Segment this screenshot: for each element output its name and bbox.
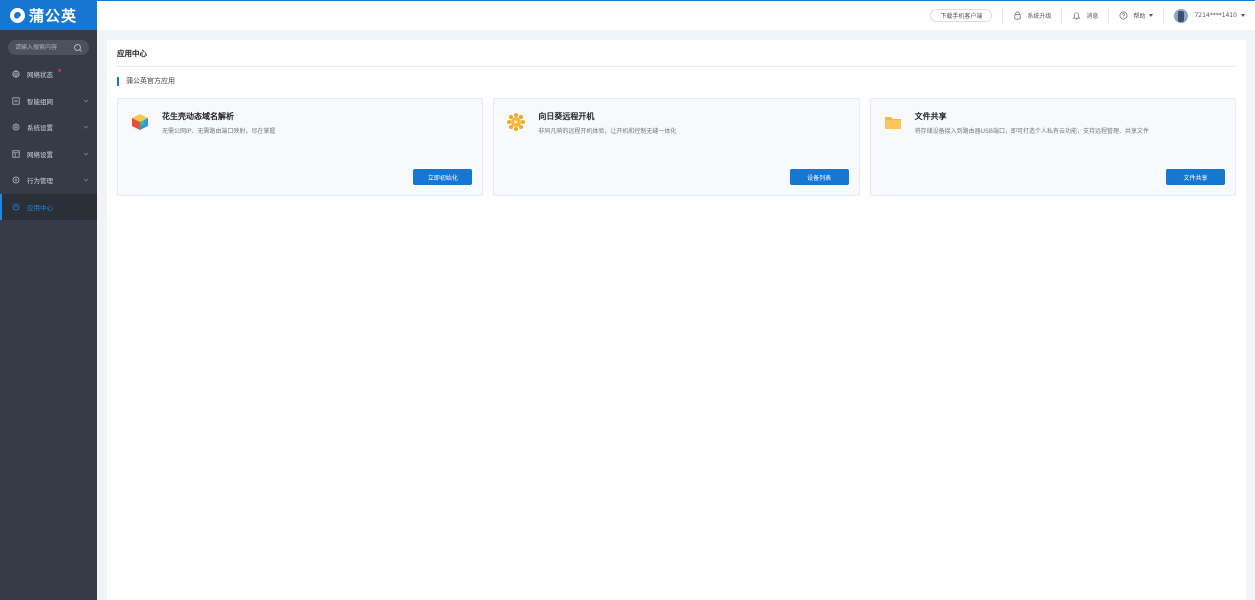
app-cards: 花生壳动态域名解析 无需公网IP、无需路由端口映射，尽在掌握 立即初始化 向日葵… xyxy=(117,98,1236,196)
sidebar: 蒲公英 网络状态 智能组网 系统设置 网络设置 xyxy=(0,0,97,600)
account-menu[interactable]: 7214****1410 xyxy=(1174,8,1245,23)
card-title: 花生壳动态域名解析 xyxy=(162,112,234,121)
sidebar-item-app-center[interactable]: 应用中心 xyxy=(0,193,97,220)
card-description: 将存储设备接入到路由器USB端口，即可打造个人私有云功能，支持远程管理、共享文件 xyxy=(914,128,1149,135)
brand-name: 蒲公英 xyxy=(29,6,78,25)
sunflower-icon xyxy=(506,112,526,132)
shield-icon xyxy=(12,176,20,184)
folder-icon xyxy=(883,112,903,132)
sidebar-item-behavior-management[interactable]: 行为管理 xyxy=(0,167,97,194)
section-title: 蒲公英官方应用 xyxy=(117,77,1236,86)
avatar xyxy=(1174,8,1189,23)
app-card-oray-ddns: 花生壳动态域名解析 无需公网IP、无需路由端口映射，尽在掌握 立即初始化 xyxy=(117,98,484,196)
apps-icon xyxy=(12,203,20,211)
question-circle-icon xyxy=(1119,11,1128,20)
card-title: 文件共享 xyxy=(914,112,947,121)
layout-icon xyxy=(12,150,20,158)
sidebar-item-network-settings[interactable]: 网络设置 xyxy=(0,141,97,168)
chevron-down-icon xyxy=(83,98,89,104)
chevron-down-icon xyxy=(83,177,89,183)
page-title: 应用中心 xyxy=(117,40,1236,67)
chevron-down-icon xyxy=(83,124,89,130)
card-description: 无需公网IP、无需路由端口映射，尽在掌握 xyxy=(162,128,276,135)
messages-button[interactable]: 消息 xyxy=(1072,11,1098,20)
messages-label: 消息 xyxy=(1086,13,1099,20)
help-label: 帮助 xyxy=(1133,13,1146,20)
logo[interactable]: 蒲公英 xyxy=(0,0,97,30)
account-id: 7214****1410 xyxy=(1194,12,1237,19)
sidebar-item-label: 网络设置 xyxy=(27,150,53,159)
sidebar-item-label: 系统设置 xyxy=(27,124,53,133)
sidebar-item-label: 智能组网 xyxy=(27,97,53,106)
caret-down-icon xyxy=(1241,14,1245,17)
main-panel: 应用中心 蒲公英官方应用 花生壳动态域名解析 无需公网IP、无需路由端口映射，尽… xyxy=(107,40,1246,600)
divider xyxy=(1108,8,1110,23)
search-icon[interactable] xyxy=(74,43,82,52)
app-card-file-sharing: 文件共享 将存储设备接入到路由器USB端口，即可打造个人私有云功能，支持远程管理… xyxy=(869,98,1236,196)
sidebar-item-label: 应用中心 xyxy=(27,203,53,212)
sidebar-item-system-settings[interactable]: 系统设置 xyxy=(0,114,97,141)
card-description: 非同凡响的远程开机体验，让开机和控制无缝一体化 xyxy=(538,128,677,135)
sidebar-search xyxy=(8,40,89,55)
dandelion-logo-icon xyxy=(10,7,25,23)
network-icon xyxy=(12,97,20,105)
initialize-now-button[interactable]: 立即初始化 xyxy=(413,169,473,185)
divider xyxy=(1163,8,1165,23)
card-title: 向日葵远程开机 xyxy=(538,112,595,121)
search-input[interactable] xyxy=(15,44,74,51)
alert-dot xyxy=(58,69,61,72)
bell-icon xyxy=(1072,11,1081,20)
sidebar-item-network-status[interactable]: 网络状态 xyxy=(0,61,97,88)
cube-icon xyxy=(130,112,150,132)
device-list-button[interactable]: 设备列表 xyxy=(789,169,849,185)
download-client-button[interactable]: 下载手机客户端 xyxy=(930,9,993,22)
sidebar-item-smart-networking[interactable]: 智能组网 xyxy=(0,88,97,115)
file-sharing-button[interactable]: 文件共享 xyxy=(1165,169,1225,185)
system-upgrade-label: 系统升级 xyxy=(1027,13,1052,20)
divider xyxy=(1061,8,1063,23)
app-card-sunlogin-wake: 向日葵远程开机 非同凡响的远程开机体验，让开机和控制无缝一体化 设备列表 xyxy=(493,98,860,196)
caret-down-icon xyxy=(1149,14,1154,17)
sidebar-item-label: 行为管理 xyxy=(27,177,53,186)
help-menu[interactable]: 帮助 xyxy=(1119,11,1154,20)
chevron-down-icon xyxy=(83,151,89,157)
upgrade-icon xyxy=(1013,11,1022,20)
divider xyxy=(1002,8,1004,23)
globe-icon xyxy=(12,70,20,78)
top-bar: 下载手机客户端 系统升级 消息 帮助 7214****1410 xyxy=(97,0,1255,30)
system-upgrade-button[interactable]: 系统升级 xyxy=(1013,11,1051,20)
gear-icon xyxy=(12,123,20,131)
